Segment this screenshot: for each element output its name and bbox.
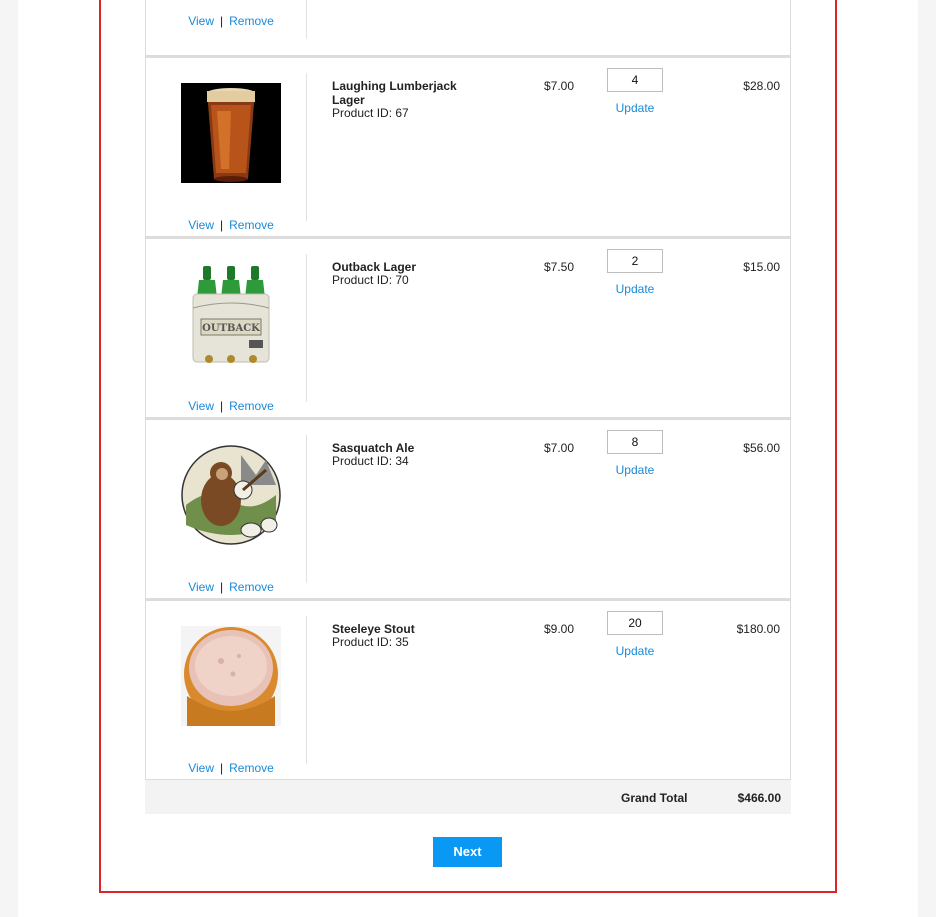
row-links: View | Remove	[146, 580, 316, 594]
line-subtotal: $28.00	[743, 79, 780, 93]
line-subtotal: $15.00	[743, 260, 780, 274]
row-links: View | Remove	[146, 14, 316, 28]
quantity-input[interactable]	[607, 611, 663, 635]
grand-total-value: $466.00	[737, 791, 781, 805]
remove-link[interactable]: Remove	[229, 580, 274, 594]
view-link[interactable]: View	[188, 580, 214, 594]
cart-row: OUTBACK View | Remove Outback Lager Produc…	[145, 237, 791, 418]
unit-price: $7.00	[544, 441, 575, 455]
unit-price: $7.50	[544, 260, 575, 274]
product-name[interactable]: Steeleye Stout	[332, 622, 482, 636]
product-id: Product ID: 70	[332, 273, 409, 287]
view-link[interactable]: View	[188, 761, 214, 775]
remove-link[interactable]: Remove	[229, 399, 274, 413]
quantity-input[interactable]	[607, 68, 663, 92]
remove-link[interactable]: Remove	[229, 14, 274, 28]
view-link[interactable]: View	[188, 14, 214, 28]
line-subtotal: $56.00	[743, 441, 780, 455]
remove-link[interactable]: Remove	[229, 218, 274, 232]
product-name[interactable]: Outback Lager	[332, 260, 482, 274]
update-link[interactable]: Update	[607, 101, 663, 115]
row-divider	[306, 435, 307, 583]
product-image-outback-six-pack[interactable]: OUTBACK	[181, 264, 281, 364]
update-link[interactable]: Update	[607, 282, 663, 296]
product-image-amber-lager[interactable]	[181, 83, 281, 183]
product-id: Product ID: 35	[332, 635, 409, 649]
view-link[interactable]: View	[188, 218, 214, 232]
view-link[interactable]: View	[188, 399, 214, 413]
product-name[interactable]: Sasquatch Ale	[332, 441, 482, 455]
row-divider	[306, 73, 307, 221]
unit-price: $7.00	[544, 79, 575, 93]
row-divider	[306, 254, 307, 402]
link-separator: |	[219, 580, 224, 594]
next-button[interactable]: Next	[433, 837, 502, 867]
link-separator: |	[219, 399, 224, 413]
update-link[interactable]: Update	[607, 644, 663, 658]
row-divider	[306, 616, 307, 764]
cart-row: View | Remove Laughing Lumberjack Lager Pr…	[145, 56, 791, 237]
product-image-sasquatch[interactable]	[181, 445, 281, 545]
cart-table: View | Remove View | Remove Laughing Lumberj…	[145, 0, 791, 814]
link-separator: |	[219, 761, 224, 775]
quantity-input[interactable]	[607, 249, 663, 273]
line-subtotal: $180.00	[736, 622, 780, 636]
cart-row: View | Remove Sasquatch Ale Product ID: 34…	[145, 418, 791, 599]
product-image-foamy-glass[interactable]	[181, 626, 281, 726]
product-id: Product ID: 67	[332, 106, 409, 120]
remove-link[interactable]: Remove	[229, 761, 274, 775]
update-link[interactable]: Update	[607, 463, 663, 477]
unit-price: $9.00	[544, 622, 575, 636]
cart-row: View | Remove Steeleye Stout Product ID: 3…	[145, 599, 791, 780]
product-id: Product ID: 34	[332, 454, 409, 468]
row-links: View | Remove	[146, 218, 316, 232]
svg-text:OUTBACK: OUTBACK	[202, 323, 260, 334]
product-name[interactable]: Laughing Lumberjack Lager	[332, 79, 482, 107]
row-links: View | Remove	[146, 399, 316, 413]
quantity-input[interactable]	[607, 430, 663, 454]
link-separator: |	[219, 14, 224, 28]
link-separator: |	[219, 218, 224, 232]
cart-row-partial: View | Remove	[145, 0, 791, 56]
grand-total-row: Grand Total $466.00	[145, 780, 791, 814]
row-links: View | Remove	[146, 761, 316, 775]
grand-total-label: Grand Total	[621, 791, 688, 805]
